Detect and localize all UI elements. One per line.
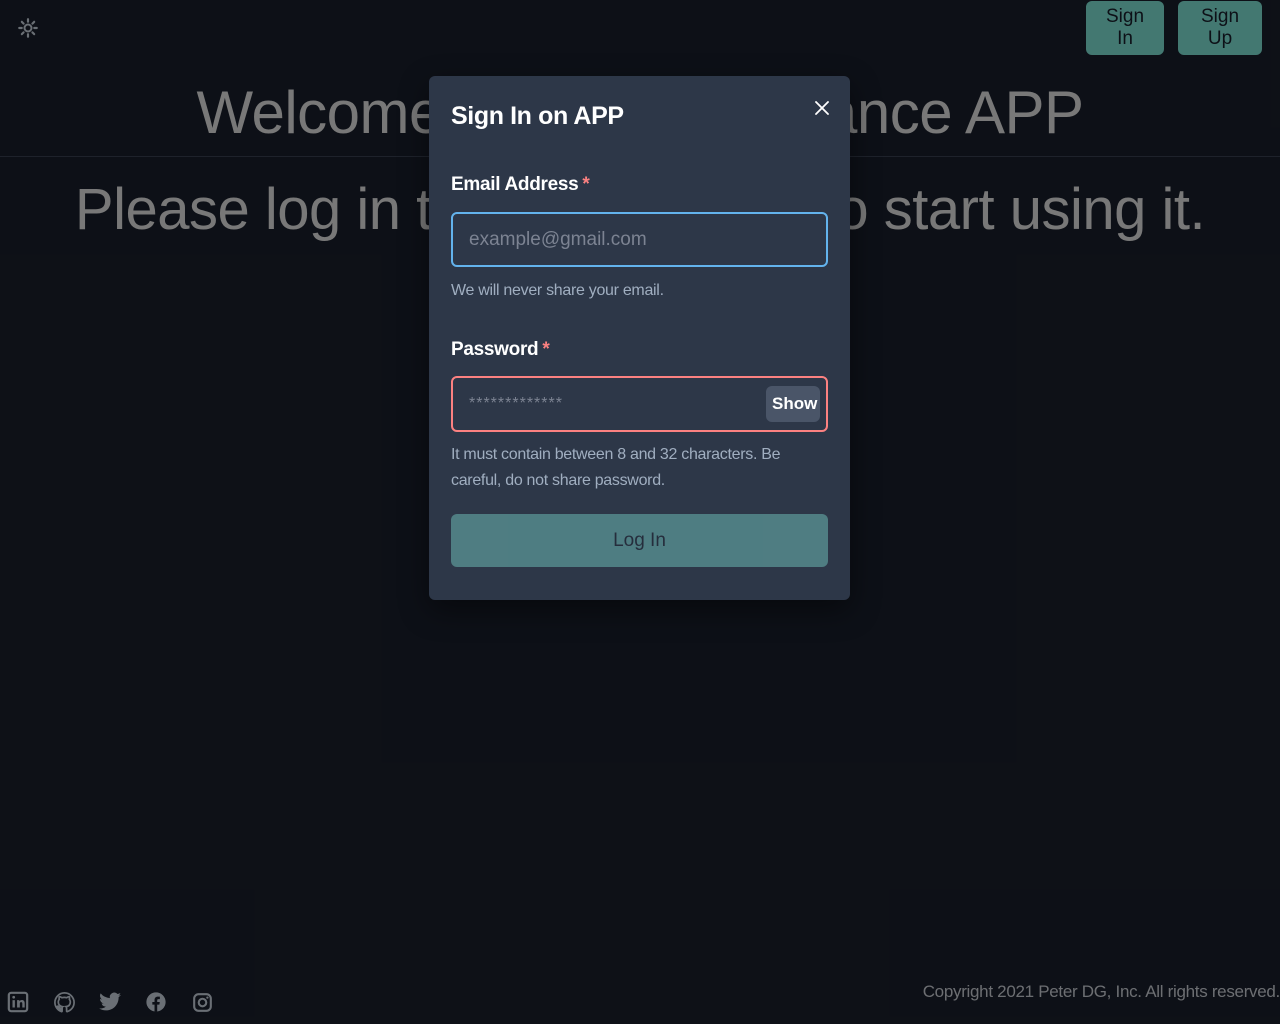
email-label: Email Address * bbox=[451, 174, 590, 196]
email-label-text: Email Address bbox=[451, 174, 579, 195]
password-field[interactable] bbox=[453, 378, 756, 430]
required-mark: * bbox=[582, 174, 590, 195]
log-in-button[interactable]: Log In bbox=[451, 514, 828, 567]
sign-in-modal: Sign In on APP Email Address* We will ne… bbox=[429, 76, 850, 600]
show-password-button[interactable]: Show bbox=[766, 386, 820, 422]
password-help-text: It must contain between 8 and 32 charact… bbox=[451, 446, 781, 489]
email-field[interactable] bbox=[451, 212, 828, 267]
required-mark: * bbox=[542, 339, 550, 360]
password-label: Password * bbox=[451, 339, 550, 361]
close-button[interactable] bbox=[808, 94, 836, 122]
modal-title: Sign In on APP bbox=[451, 102, 624, 130]
email-help-text: We will never share your email. bbox=[451, 282, 664, 299]
close-icon bbox=[815, 101, 829, 115]
password-label-text: Password bbox=[451, 339, 539, 360]
password-field-group: Show bbox=[451, 376, 828, 432]
page: Sign In Sign Up Welcome to the Fire-Fina… bbox=[0, 0, 1280, 1024]
